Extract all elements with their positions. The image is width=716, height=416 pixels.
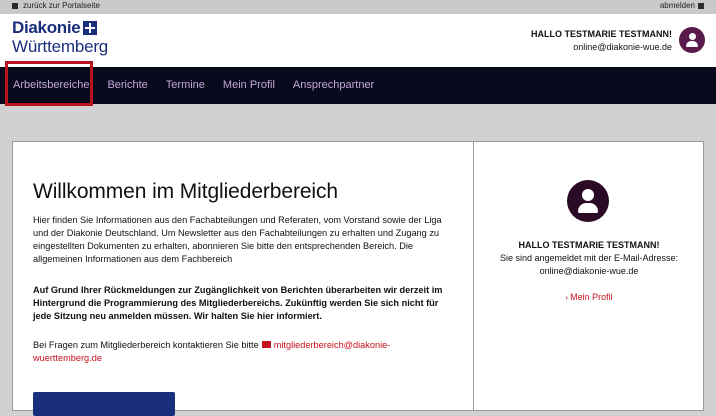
profile-greeting: HALLO TESTMARIE TESTMANN! xyxy=(518,240,660,250)
chevron-right-icon: › xyxy=(565,293,569,302)
nav-item-termine[interactable]: Termine xyxy=(157,67,214,104)
user-avatar-icon[interactable] xyxy=(679,27,705,53)
contact-prefix: Bei Fragen zum Mitgliederbereich kontakt… xyxy=(33,340,259,350)
diakonie-cross-icon xyxy=(83,21,98,35)
profile-card: HALLO TESTMARIE TESTMANN! Sie sind angem… xyxy=(474,141,704,411)
main-navigation: Arbeitsbereiche Berichte Termine Mein Pr… xyxy=(0,67,716,104)
logout-link[interactable]: abmelden xyxy=(660,1,704,10)
utility-bar: zurück zur Portalseite abmelden xyxy=(0,0,716,14)
page-title: Willkommen im Mitgliederbereich xyxy=(33,180,338,203)
user-avatar-icon xyxy=(567,180,609,222)
primary-action-button[interactable] xyxy=(33,392,175,416)
header-user-email: online@diakonie-wue.de xyxy=(573,42,672,52)
nav-item-ansprechpartner[interactable]: Ansprechpartner xyxy=(284,67,383,104)
logo-text-wuerttemberg: Württemberg xyxy=(12,37,109,56)
my-profile-label: Mein Profil xyxy=(570,292,613,302)
nav-item-arbeitsbereiche[interactable]: Arbeitsbereiche xyxy=(4,67,98,104)
nav-item-mein-profil[interactable]: Mein Profil xyxy=(214,67,284,104)
nav-item-berichte[interactable]: Berichte xyxy=(98,67,156,104)
site-header: Diakonie Württemberg HALLO TESTMARIE TES… xyxy=(0,14,716,67)
logout-icon xyxy=(698,2,704,9)
header-user-greeting: HALLO TESTMARIE TESTMANN! xyxy=(531,29,672,39)
profile-logged-in-text: Sie sind angemeldet mit der E-Mail-Adres… xyxy=(499,253,679,263)
back-to-portal-link[interactable]: zurück zur Portalseite xyxy=(12,1,100,10)
diakonie-logo[interactable]: Diakonie Württemberg xyxy=(12,18,109,57)
profile-info: HALLO TESTMARIE TESTMANN! Sie sind angem… xyxy=(474,239,704,278)
notice-paragraph: Auf Grund Ihrer Rückmeldungen zur Zugäng… xyxy=(33,285,443,321)
back-to-portal-label: zurück zur Portalseite xyxy=(23,1,100,10)
profile-email: online@diakonie-wue.de xyxy=(539,266,639,276)
square-icon xyxy=(12,2,18,9)
envelope-icon xyxy=(261,341,271,348)
my-profile-link[interactable]: › Mein Profil xyxy=(474,291,704,304)
logo-text-diakonie: Diakonie xyxy=(12,18,81,37)
intro-paragraph: Hier finden Sie Informationen aus den Fa… xyxy=(33,215,442,264)
header-user-info: HALLO TESTMARIE TESTMANN! online@diakoni… xyxy=(531,28,672,54)
logout-label: abmelden xyxy=(659,1,695,10)
welcome-card: Willkommen im Mitgliederbereich Hier fin… xyxy=(12,141,474,416)
contact-paragraph: Bei Fragen zum Mitgliederbereich kontakt… xyxy=(33,339,453,365)
